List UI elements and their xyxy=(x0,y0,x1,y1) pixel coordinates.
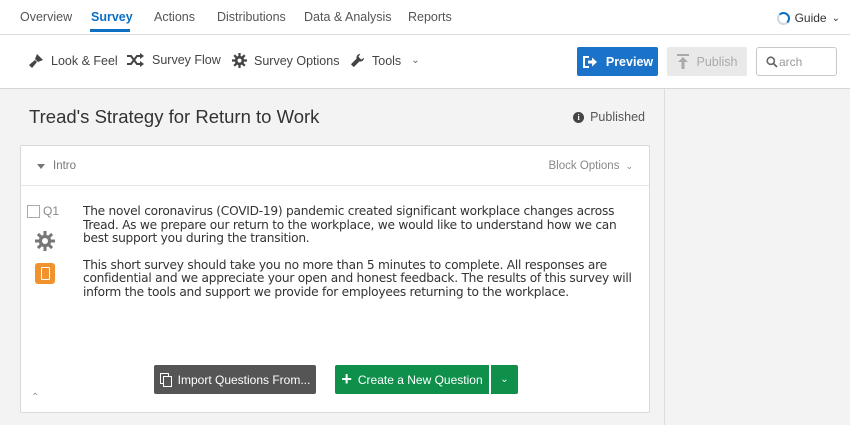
active-tab-indicator xyxy=(90,29,130,32)
survey-title: Tread's Strategy for Return to Work xyxy=(29,106,320,127)
guide-button[interactable]: Guide ⌄ xyxy=(776,11,840,25)
create-question-dropdown[interactable]: ⌄ xyxy=(490,365,518,394)
tab-actions[interactable]: Actions xyxy=(154,10,195,24)
right-panel xyxy=(664,89,850,425)
survey-editor: Tread's Strategy for Return to Work i Pu… xyxy=(0,89,664,425)
top-nav: Overview Survey Actions Distributions Da… xyxy=(0,0,850,35)
mobile-preview-icon[interactable] xyxy=(35,263,55,284)
survey-status: i Published xyxy=(573,110,645,124)
search-icon xyxy=(766,55,778,68)
survey-flow-button[interactable]: Survey Flow xyxy=(126,53,221,67)
chevron-down-icon: ⌄ xyxy=(500,374,509,385)
caret-down-icon xyxy=(37,163,45,169)
create-question-label: Create a New Question xyxy=(357,372,483,387)
question-select-checkbox[interactable] xyxy=(27,205,40,218)
survey-toolbar: Look & Feel Survey Flow Survey Options T… xyxy=(0,35,850,89)
block-options-label: Block Options xyxy=(548,160,620,172)
paint-brush-icon xyxy=(29,54,43,68)
preview-icon xyxy=(582,55,597,68)
create-question-button[interactable]: + Create a New Question xyxy=(335,365,489,394)
preview-button[interactable]: Preview xyxy=(577,47,658,76)
tab-distributions[interactable]: Distributions xyxy=(217,10,286,24)
question-paragraph: The novel coronavirus (COVID-19) pandemi… xyxy=(83,204,617,245)
block-collapse-toggle[interactable]: Intro xyxy=(37,160,76,172)
question-number: Q1 xyxy=(43,204,60,218)
guide-label: Guide xyxy=(794,11,827,25)
look-feel-button[interactable]: Look & Feel xyxy=(28,53,118,69)
block-options-dropdown[interactable]: Block Options ⌄ xyxy=(549,160,634,172)
tab-data-analysis[interactable]: Data & Analysis xyxy=(304,10,392,24)
chevron-down-icon: ⌄ xyxy=(625,160,633,171)
question-text[interactable]: The novel coronavirus (COVID-19) pandemi… xyxy=(83,204,643,312)
plus-icon: + xyxy=(341,368,352,389)
survey-options-label: Survey Options xyxy=(254,53,340,68)
status-label: Published xyxy=(590,110,645,124)
gear-icon xyxy=(232,53,247,68)
question-block: Intro Block Options ⌄ Q1 The novel coron… xyxy=(20,145,650,413)
wrench-icon xyxy=(350,53,365,68)
progress-ring-icon xyxy=(776,11,790,25)
tab-survey[interactable]: Survey xyxy=(91,10,133,24)
search-input[interactable] xyxy=(779,54,835,69)
chevron-down-icon: ⌄ xyxy=(411,55,420,66)
shuffle-icon xyxy=(127,53,144,67)
question-paragraph: This short survey should take you no mor… xyxy=(83,257,632,299)
survey-flow-label: Survey Flow xyxy=(152,53,221,67)
tools-label: Tools xyxy=(372,53,402,68)
tools-dropdown[interactable]: Tools ⌄ xyxy=(350,53,420,68)
publish-label: Publish xyxy=(696,54,738,69)
block-name: Intro xyxy=(53,160,77,172)
chevron-up-icon[interactable]: ⌃ xyxy=(31,392,39,403)
search-box[interactable] xyxy=(756,47,837,76)
survey-options-button[interactable]: Survey Options xyxy=(232,53,339,68)
import-questions-button[interactable]: Import Questions From... xyxy=(154,365,316,394)
block-header: Intro Block Options ⌄ xyxy=(21,146,649,186)
question-settings-gear-icon[interactable] xyxy=(35,231,55,256)
tablet-icon xyxy=(40,267,50,280)
chevron-down-icon: ⌄ xyxy=(831,12,840,24)
import-questions-label: Import Questions From... xyxy=(177,372,311,387)
upload-icon xyxy=(676,54,689,69)
tab-overview[interactable]: Overview xyxy=(20,10,72,24)
preview-label: Preview xyxy=(605,54,654,69)
look-feel-label: Look & Feel xyxy=(51,54,118,68)
publish-button[interactable]: Publish xyxy=(667,47,747,76)
copy-icon xyxy=(159,372,173,387)
tab-reports[interactable]: Reports xyxy=(408,10,452,24)
info-icon: i xyxy=(573,111,585,123)
